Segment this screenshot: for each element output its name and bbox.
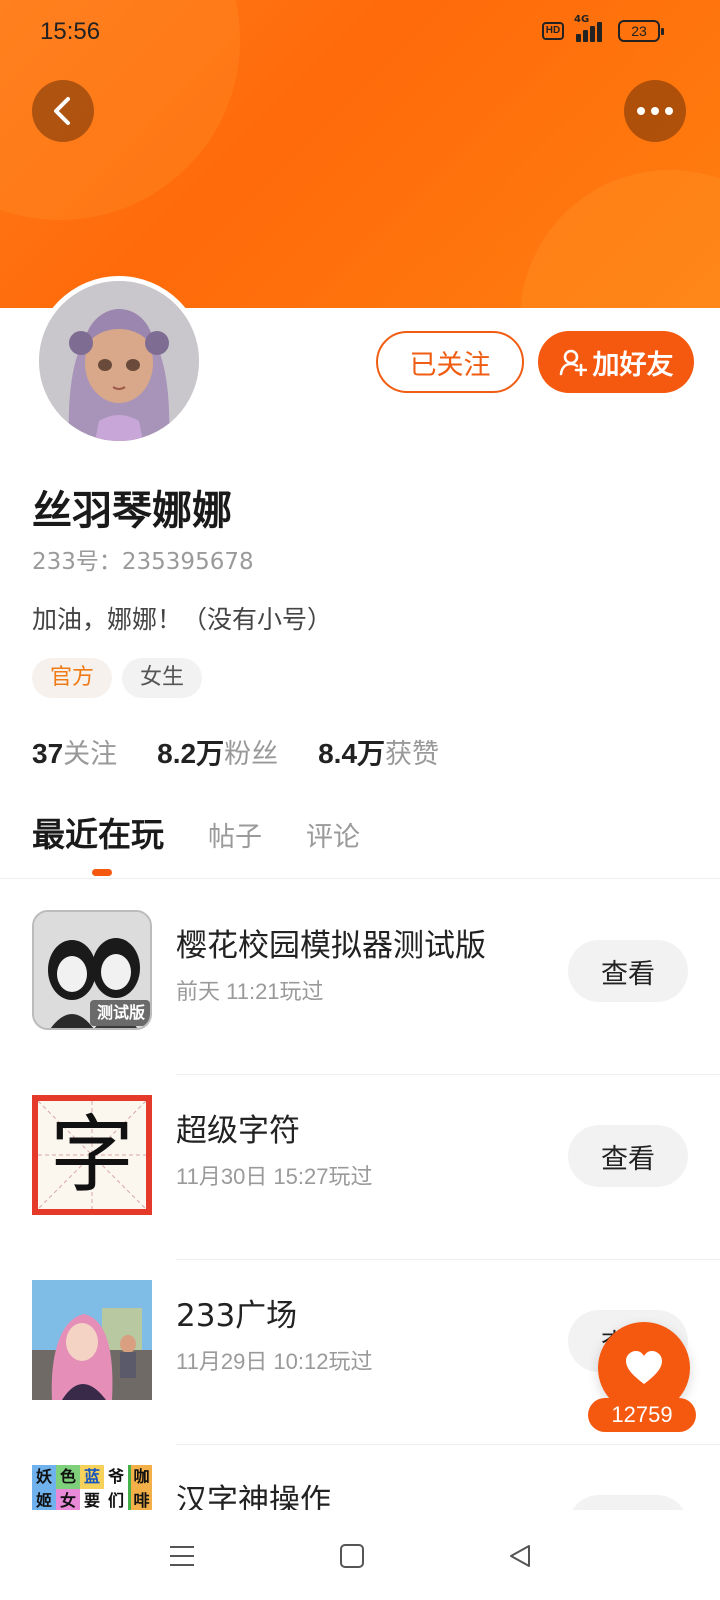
heart-icon: [626, 1351, 662, 1384]
game-last-played: 前天 11:21玩过: [176, 979, 324, 1004]
profile-stats: 37关注 8.2万粉丝 8.4万获赞: [32, 732, 439, 772]
status-time: 15:56: [40, 18, 101, 45]
divider: [0, 878, 720, 879]
avatar[interactable]: [34, 276, 204, 446]
signal-icon: 4G: [574, 14, 608, 42]
like-count: 12759: [588, 1398, 696, 1432]
tag-gender: 女生: [122, 658, 203, 698]
more-dots-icon: [637, 107, 673, 115]
tab-comments[interactable]: 评论: [306, 815, 360, 854]
battery-icon: 23: [618, 20, 664, 42]
add-friend-label: 加好友: [592, 349, 674, 381]
more-options-button[interactable]: [624, 80, 686, 142]
profile-bio: 加油，娜娜！（没有小号）: [32, 605, 333, 634]
stat-value: 8.4万: [318, 738, 386, 769]
stat-likes[interactable]: 8.4万获赞: [318, 732, 439, 772]
icon-glyph: 蓝: [80, 1465, 104, 1489]
view-game-button[interactable]: 查看: [568, 1495, 688, 1510]
icon-glyph: 咖: [128, 1465, 152, 1489]
stat-value: 8.2万: [157, 738, 225, 769]
game-last-played: 11月30日 15:27玩过: [176, 1164, 373, 1189]
icon-glyph: 姬: [32, 1489, 56, 1510]
stat-value: 37: [32, 738, 64, 769]
square-icon: [340, 1544, 364, 1568]
add-user-icon: [559, 349, 587, 376]
chevron-left-icon: [54, 97, 70, 125]
home-button[interactable]: [334, 1538, 370, 1574]
stat-label: 粉丝: [224, 739, 279, 770]
banner-decoration: [520, 170, 720, 308]
hd-icon: HD: [542, 22, 564, 40]
view-game-button[interactable]: 查看: [568, 940, 688, 1002]
game-icon: 字: [32, 1095, 152, 1215]
icon-glyph: 妖: [32, 1465, 56, 1489]
icon-glyph: 爷: [104, 1465, 128, 1489]
menu-button[interactable]: [164, 1538, 200, 1574]
stat-label: 关注: [63, 739, 118, 770]
profile-tabs: 最近在玩 帖子 评论: [32, 808, 360, 856]
menu-icon: [170, 1546, 194, 1566]
tag-official: 官方: [32, 658, 113, 698]
following-button[interactable]: 已关注: [376, 331, 524, 393]
stat-following[interactable]: 37关注: [32, 732, 117, 771]
game-last-played: 11月29日 10:12玩过: [176, 1349, 373, 1374]
triangle-back-icon: [510, 1545, 530, 1567]
list-item[interactable]: 测试版 樱花校园模拟器测试版 前天 11:21玩过 查看: [0, 890, 720, 1075]
profile-id: 233号：235395678: [32, 549, 254, 575]
icon-glyph: 色: [56, 1465, 80, 1489]
add-friend-button[interactable]: 加好友: [538, 331, 694, 393]
icon-glyph: 们: [104, 1489, 128, 1510]
network-label: 4G: [574, 14, 590, 25]
profile-tags: 官方 女生: [32, 658, 203, 698]
game-title: 233广场: [176, 1298, 298, 1334]
character-glyph: 字: [49, 1106, 134, 1204]
icon-glyph: 啡: [128, 1489, 152, 1510]
status-bar: 15:56 HD 4G 23: [0, 0, 720, 64]
stat-followers[interactable]: 8.2万粉丝: [157, 732, 278, 772]
game-title: 超级字符: [176, 1113, 300, 1149]
game-title: 樱花校园模拟器测试版: [176, 928, 486, 964]
stat-label: 获赞: [385, 739, 440, 770]
game-icon: 妖 色 蓝 爷 咖 姬 女 要 们 啡: [32, 1465, 152, 1510]
game-title: 汉字神操作: [176, 1483, 331, 1510]
avatar-image: [39, 281, 199, 441]
active-tab-indicator: [92, 869, 112, 876]
icon-glyph: 女: [56, 1489, 80, 1510]
back-button[interactable]: [32, 80, 94, 142]
tab-posts[interactable]: 帖子: [208, 815, 262, 854]
tab-recently-played[interactable]: 最近在玩: [32, 808, 164, 856]
view-game-button[interactable]: 查看: [568, 1125, 688, 1187]
profile-name: 丝羽琴娜娜: [32, 488, 232, 534]
status-icons: HD 4G 23: [542, 14, 664, 42]
list-item[interactable]: 妖 色 蓝 爷 咖 姬 女 要 们 啡 汉字神操作 查看: [0, 1445, 720, 1510]
list-item[interactable]: 字 超级字符 11月30日 15:27玩过 查看: [0, 1075, 720, 1260]
test-version-badge: 测试版: [96, 1003, 145, 1022]
game-icon: 测试版: [32, 910, 152, 1030]
system-navigation-bar: [0, 1510, 720, 1600]
icon-glyph: 要: [80, 1489, 104, 1510]
back-nav-button[interactable]: [502, 1538, 538, 1574]
game-icon: [32, 1280, 152, 1400]
